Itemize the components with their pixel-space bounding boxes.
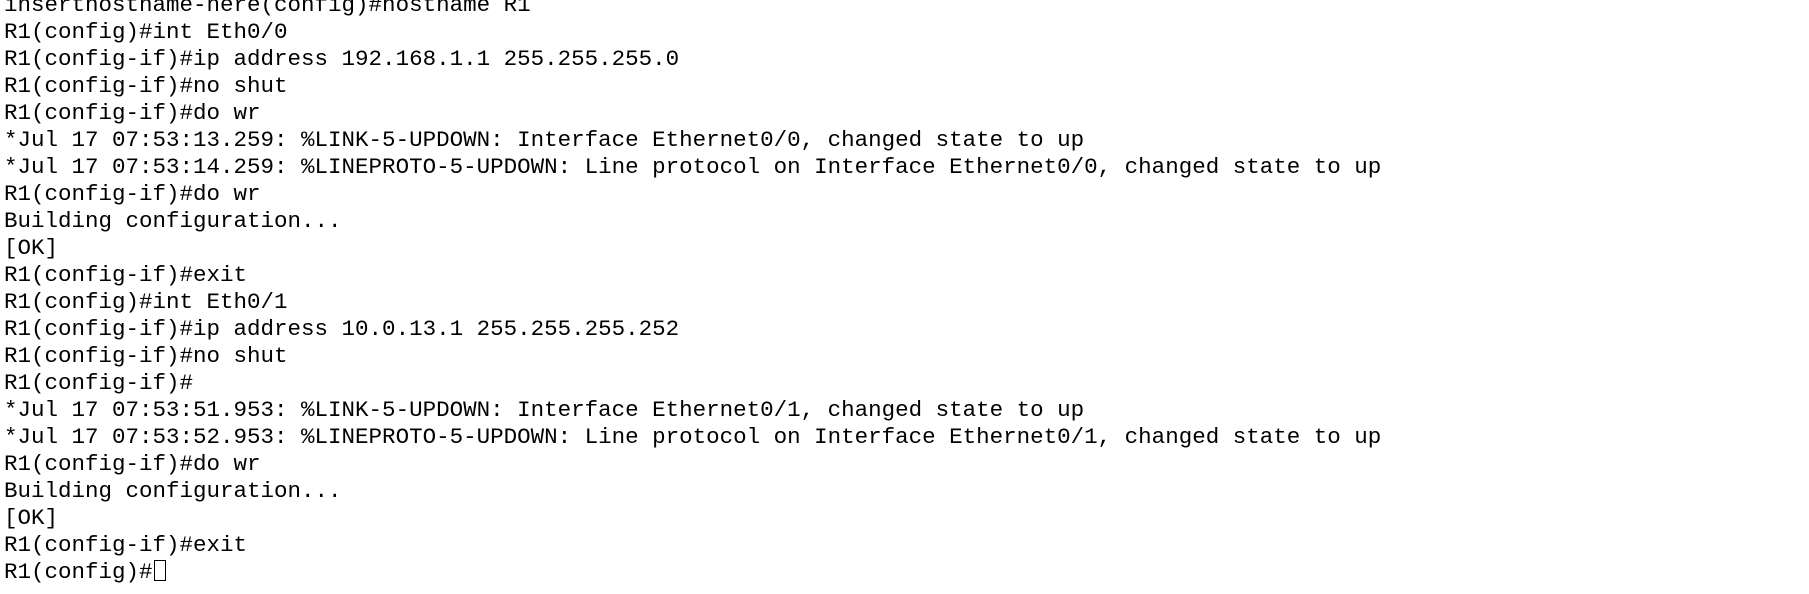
terminal-line: R1(config-if)#do wr: [4, 181, 261, 207]
text-cursor: [153, 560, 166, 581]
terminal-line: Building configuration...: [4, 208, 342, 234]
terminal-line: Building configuration...: [4, 478, 342, 504]
terminal-line: *Jul 17 07:53:52.953: %LINEPROTO-5-UPDOW…: [4, 424, 1382, 450]
terminal-output: inserthostname-here(config)#hostname R1 …: [4, 0, 1381, 586]
terminal-line: R1(config-if)#ip address 10.0.13.1 255.2…: [4, 316, 680, 342]
terminal-line: R1(config-if)#exit: [4, 262, 248, 288]
terminal-input-line[interactable]: R1(config)#: [4, 559, 1381, 586]
terminal-line: inserthostname-here(config)#hostname R1: [4, 0, 531, 18]
terminal-line: R1(config-if)#: [4, 370, 194, 396]
terminal-line: *Jul 17 07:53:51.953: %LINK-5-UPDOWN: In…: [4, 397, 1085, 423]
terminal-line: [OK]: [4, 505, 59, 531]
terminal-window[interactable]: inserthostname-here(config)#hostname R1 …: [0, 0, 1809, 594]
terminal-line: R1(config-if)#ip address 192.168.1.1 255…: [4, 46, 680, 72]
terminal-line: *Jul 17 07:53:13.259: %LINK-5-UPDOWN: In…: [4, 127, 1085, 153]
terminal-line: R1(config-if)#exit: [4, 532, 248, 558]
terminal-line: R1(config-if)#do wr: [4, 100, 261, 126]
terminal-line: [OK]: [4, 235, 59, 261]
terminal-line: R1(config)#int Eth0/1: [4, 289, 288, 315]
terminal-line: R1(config)#int Eth0/0: [4, 19, 288, 45]
terminal-line: R1(config-if)#no shut: [4, 343, 288, 369]
terminal-line: *Jul 17 07:53:14.259: %LINEPROTO-5-UPDOW…: [4, 154, 1382, 180]
terminal-line: R1(config-if)#no shut: [4, 73, 288, 99]
terminal-line: R1(config-if)#do wr: [4, 451, 261, 477]
terminal-prompt: R1(config)#: [4, 559, 153, 585]
